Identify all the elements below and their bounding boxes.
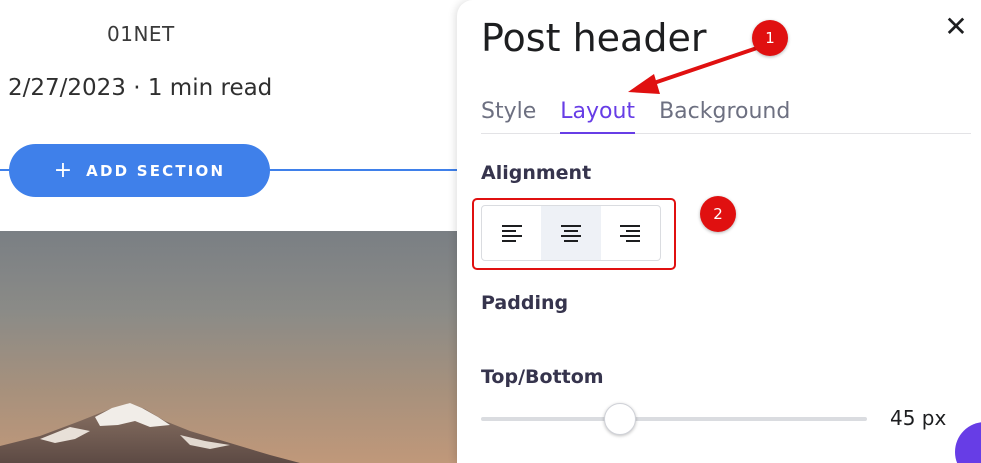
panel-title: Post header [481, 16, 707, 60]
top-bottom-value: 45 px [890, 406, 947, 430]
tab-layout[interactable]: Layout [560, 97, 636, 134]
annotation-highlight-box [472, 198, 676, 270]
close-icon[interactable]: ✕ [941, 12, 971, 42]
add-section-button[interactable]: + ADD SECTION [9, 144, 270, 197]
top-bottom-slider-track[interactable] [481, 417, 867, 421]
post-author: 01NET [107, 22, 175, 46]
post-meta: 2/27/2023 · 1 min read [8, 75, 273, 101]
annotation-badge-1: 1 [752, 20, 788, 56]
annotation-badge-2: 2 [700, 196, 736, 232]
top-bottom-label: Top/Bottom [481, 366, 604, 388]
mountain-image [0, 403, 300, 463]
alignment-label: Alignment [481, 162, 592, 184]
plus-icon: + [53, 158, 73, 183]
tab-background[interactable]: Background [659, 97, 790, 134]
editor-canvas: 01NET 2/27/2023 · 1 min read + ADD SECTI… [0, 0, 470, 463]
padding-label: Padding [481, 292, 569, 314]
top-bottom-slider-thumb[interactable] [604, 403, 636, 435]
chat-launcher-button[interactable] [955, 422, 981, 463]
tab-style[interactable]: Style [481, 97, 536, 134]
panel-tabs: Style Layout Background [481, 97, 971, 134]
add-section-label: ADD SECTION [86, 161, 226, 180]
hero-image [0, 231, 470, 463]
